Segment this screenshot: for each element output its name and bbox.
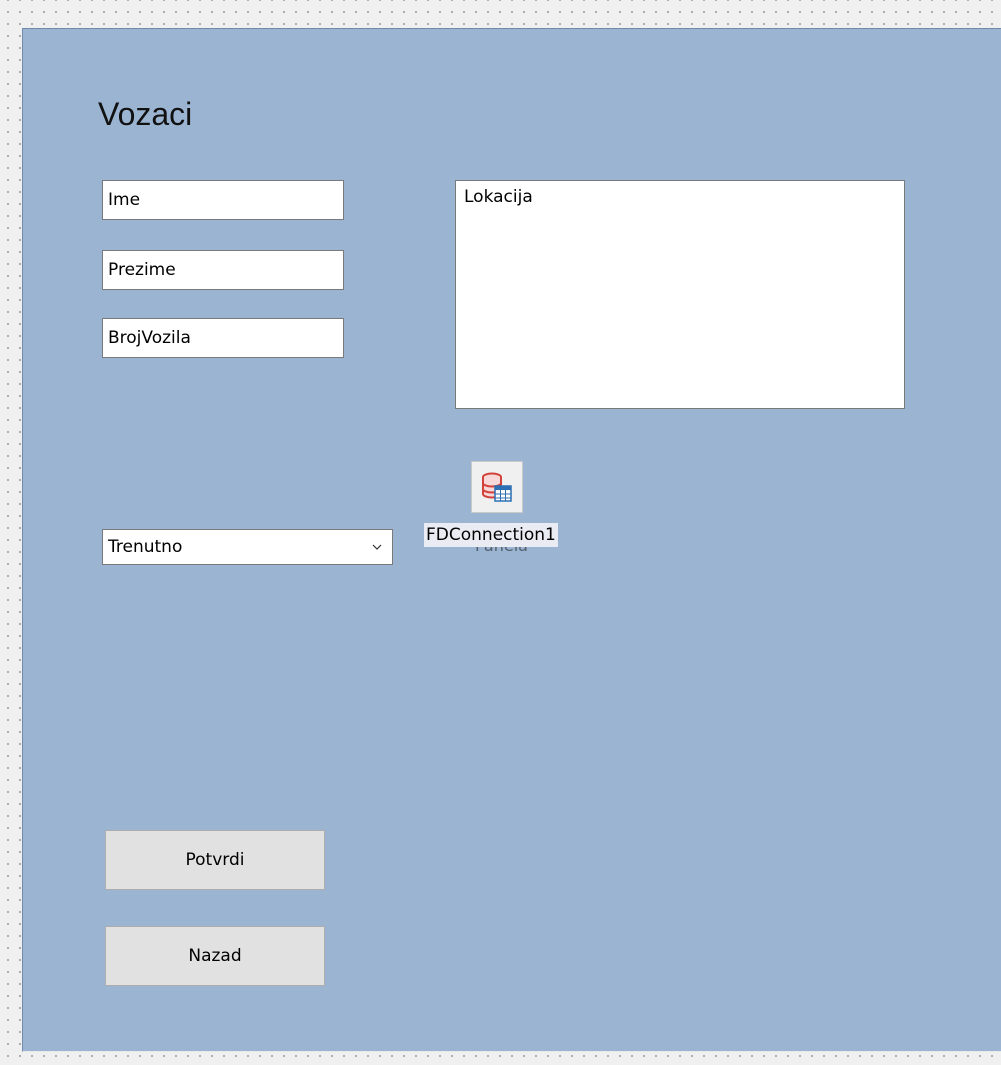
- potvrdi-button[interactable]: Potvrdi: [105, 830, 325, 890]
- fdconnection-component[interactable]: [471, 461, 523, 513]
- ime-field[interactable]: Ime: [102, 180, 344, 220]
- fdconnection-caption: FDConnection1: [424, 523, 558, 547]
- trenutno-combobox[interactable]: Trenutno: [102, 529, 393, 565]
- lokacija-memo[interactable]: Lokacija: [455, 180, 905, 409]
- form-title: Vozaci: [98, 96, 193, 132]
- form-panel: Vozaci Ime Prezime BrojVozila Lokacija T…: [22, 28, 1001, 1052]
- nazad-button[interactable]: Nazad: [105, 926, 325, 986]
- broj-vozila-field[interactable]: BrojVozila: [102, 318, 344, 358]
- chevron-down-icon[interactable]: [372, 542, 382, 552]
- prezime-field[interactable]: Prezime: [102, 250, 344, 290]
- database-connection-icon: [482, 472, 512, 502]
- combobox-selected-value: Trenutno: [108, 537, 183, 557]
